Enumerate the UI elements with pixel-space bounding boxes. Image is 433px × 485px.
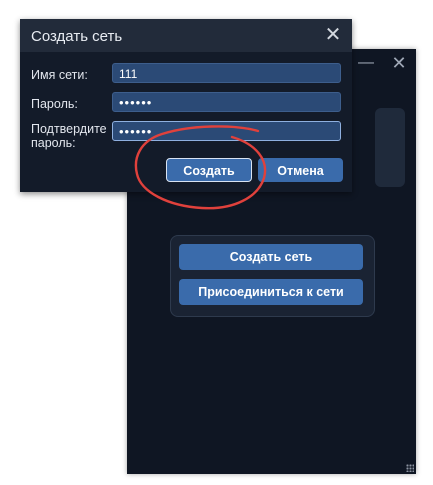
confirm-password-label-line1: Подтвердите (31, 122, 107, 136)
resize-grip-icon[interactable] (406, 464, 414, 472)
create-button[interactable]: Создать (166, 158, 252, 182)
close-icon[interactable]: ✕ (322, 24, 344, 46)
password-input[interactable]: •••••• (112, 92, 341, 112)
create-network-button[interactable]: Создать сеть (179, 244, 363, 270)
password-label: Пароль: (31, 97, 78, 111)
content-panel (375, 108, 405, 187)
join-network-button[interactable]: Присоединиться к сети (179, 279, 363, 305)
confirm-password-input[interactable]: •••••• (112, 121, 341, 141)
close-icon[interactable]: ✕ (387, 52, 411, 74)
dialog-titlebar[interactable]: Создать сеть ✕ (20, 19, 352, 52)
confirm-password-label-line2: пароль: (31, 136, 76, 150)
cancel-button[interactable]: Отмена (258, 158, 343, 182)
network-name-input[interactable]: 111 (112, 63, 341, 83)
network-name-label: Имя сети: (31, 68, 88, 82)
dialog-title: Создать сеть (31, 28, 123, 45)
create-network-dialog: Создать сеть ✕ Имя сети: 111 Пароль: •••… (20, 19, 352, 192)
minimize-icon[interactable]: — (354, 52, 378, 74)
network-actions-card: Создать сеть Присоединиться к сети (170, 235, 375, 317)
